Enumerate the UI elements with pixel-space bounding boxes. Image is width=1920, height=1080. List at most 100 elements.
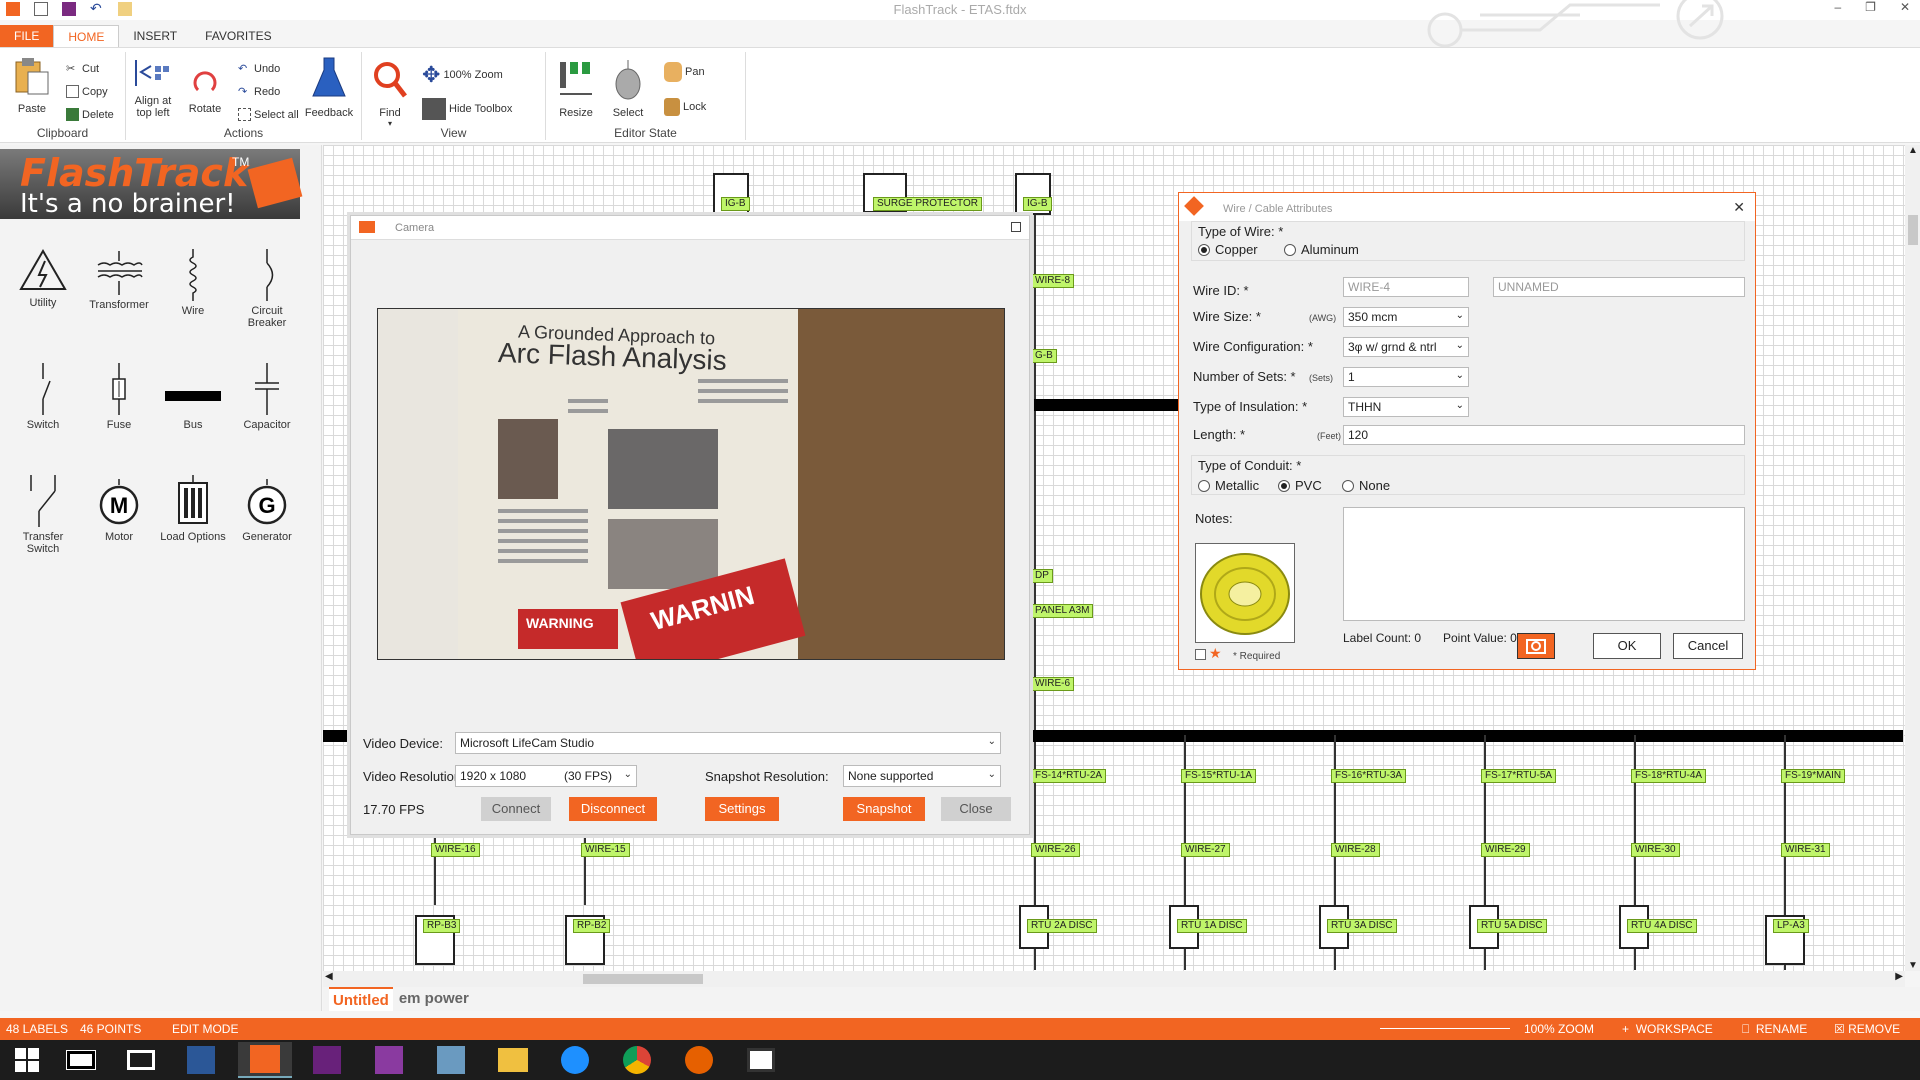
internet-explorer-app[interactable] — [548, 1042, 602, 1078]
wire-config-select[interactable]: 3φ w/ grnd & ntrl ⌄ — [1343, 337, 1469, 357]
firefox-app[interactable] — [672, 1042, 726, 1078]
delete-button[interactable]: Delete — [66, 108, 114, 121]
visual-studio-app[interactable] — [300, 1042, 354, 1078]
label-wire-29[interactable]: WIRE-29 — [1481, 843, 1530, 857]
label-panel-a3m[interactable]: PANEL A3M — [1031, 604, 1094, 618]
camera-capture-button[interactable] — [1517, 633, 1555, 659]
select-button[interactable]: Select — [606, 58, 650, 119]
tool-motor[interactable]: M Motor — [84, 479, 154, 543]
camera-close-button[interactable]: Close — [941, 797, 1011, 821]
start-button[interactable] — [0, 1042, 54, 1078]
label-rp-b2[interactable]: RP-B2 — [573, 919, 611, 933]
tab-insert[interactable]: INSERT — [119, 25, 191, 47]
select-all-button[interactable]: Select all — [238, 108, 299, 121]
label-ig-b-1[interactable]: IG-B — [721, 197, 750, 211]
label-rtu-2a-disc[interactable]: RTU 2A DISC — [1027, 919, 1097, 933]
label-rtu-5a-disc[interactable]: RTU 5A DISC — [1477, 919, 1547, 933]
label-fs-16[interactable]: FS-16*RTU-3A — [1331, 769, 1407, 783]
lock-button[interactable]: Lock — [664, 98, 706, 116]
rename-button[interactable]: ⎕ RENAME — [1742, 1022, 1807, 1037]
label-wire-28[interactable]: WIRE-28 — [1331, 843, 1380, 857]
pvc-radio[interactable]: PVC — [1278, 478, 1322, 493]
wire-name-field[interactable]: UNNAMED — [1493, 277, 1745, 297]
tool-switch[interactable]: Switch — [8, 363, 78, 431]
tool-utility[interactable]: Utility — [8, 249, 78, 309]
label-wire-8[interactable]: WIRE-8 — [1031, 274, 1074, 288]
sets-select[interactable]: 1 ⌄ — [1343, 367, 1469, 387]
chrome-app[interactable] — [610, 1042, 664, 1078]
workspace-button[interactable]: + WORKSPACE — [1622, 1022, 1713, 1036]
tool-wire[interactable]: Wire — [158, 249, 228, 317]
restore-button[interactable]: ❐ — [1865, 0, 1876, 14]
tab-favorites[interactable]: FAVORITES — [191, 25, 285, 47]
keyboard-app[interactable] — [54, 1042, 108, 1078]
scroll-left-icon[interactable]: ◀ — [325, 971, 333, 982]
length-field[interactable]: 120 — [1343, 425, 1745, 445]
tool-capacitor[interactable]: Capacitor — [232, 363, 302, 431]
scroll-down-icon[interactable]: ▼ — [1908, 960, 1918, 971]
insulation-select[interactable]: THHN ⌄ — [1343, 397, 1469, 417]
align-top-left-button[interactable]: Align at top left — [130, 58, 176, 119]
tool-transfer-switch[interactable]: Transfer Switch — [8, 475, 78, 555]
snapshot-button[interactable]: Snapshot — [843, 797, 925, 821]
label-wire-15[interactable]: WIRE-15 — [581, 843, 630, 857]
tool-circuit-breaker[interactable]: Circuit Breaker — [232, 249, 302, 329]
close-icon[interactable]: ✕ — [1733, 199, 1745, 216]
vertical-scrollbar[interactable]: ▲ ▼ — [1905, 145, 1920, 971]
scroll-right-icon[interactable]: ▶ — [1895, 971, 1903, 982]
label-rp-b3[interactable]: RP-B3 — [423, 919, 461, 933]
disconnect-button[interactable]: Disconnect — [569, 797, 657, 821]
cancel-button[interactable]: Cancel — [1673, 633, 1743, 659]
video-resolution-select[interactable]: 1920 x 1080 (30 FPS) ⌄ — [455, 765, 637, 787]
aluminum-radio[interactable]: Aluminum — [1284, 242, 1359, 257]
wire-id-field[interactable]: WIRE-4 — [1343, 277, 1469, 297]
label-rtu-3a-disc[interactable]: RTU 3A DISC — [1327, 919, 1397, 933]
label-fs-15[interactable]: FS-15*RTU-1A — [1181, 769, 1257, 783]
close-window-button[interactable]: ✕ — [1900, 0, 1910, 14]
maximize-icon[interactable] — [1011, 222, 1021, 232]
label-fs-17[interactable]: FS-17*RTU-5A — [1481, 769, 1557, 783]
tool-fuse[interactable]: Fuse — [84, 363, 154, 431]
doc-tab-untitled[interactable]: Untitled — [329, 987, 393, 1011]
resize-button[interactable]: Resize — [554, 60, 598, 119]
word-app[interactable] — [174, 1042, 228, 1078]
media-app[interactable] — [734, 1042, 788, 1078]
zoom-100-button[interactable]: ✥ 100% Zoom — [422, 62, 503, 88]
zoom-slider[interactable] — [1380, 1028, 1510, 1029]
horizontal-scroll-thumb[interactable] — [583, 974, 703, 984]
label-lp-a3[interactable]: LP-A3 — [1773, 919, 1809, 933]
wire-size-select[interactable]: 350 mcm ⌄ — [1343, 307, 1469, 327]
copper-radio[interactable]: Copper — [1198, 242, 1258, 257]
tool-generator[interactable]: G Generator — [232, 479, 302, 543]
feedback-button[interactable]: Feedback — [302, 56, 356, 119]
redo-button[interactable]: ↷ Redo — [238, 85, 280, 99]
bus-bar-upper[interactable] — [1034, 399, 1184, 411]
label-dp[interactable]: DP — [1031, 569, 1053, 583]
video-device-select[interactable]: Microsoft LifeCam Studio ⌄ — [455, 732, 1001, 754]
visual-studio-app-2[interactable] — [362, 1042, 416, 1078]
minimize-button[interactable]: – — [1834, 0, 1841, 14]
label-fs-19[interactable]: FS-19*MAIN — [1781, 769, 1846, 783]
copy-button[interactable]: Copy — [66, 85, 108, 98]
label-wire-6[interactable]: WIRE-6 — [1031, 677, 1074, 691]
flashtrack-app[interactable] — [238, 1042, 292, 1078]
metallic-radio[interactable]: Metallic — [1198, 478, 1259, 493]
favorite-checkbox[interactable] — [1195, 649, 1206, 660]
file-explorer-app[interactable] — [486, 1042, 540, 1078]
tool-bus[interactable]: Bus — [158, 385, 228, 431]
none-radio[interactable]: None — [1342, 478, 1390, 493]
editor-app[interactable] — [424, 1042, 478, 1078]
label-wire-30[interactable]: WIRE-30 — [1631, 843, 1680, 857]
rotate-button[interactable]: Rotate — [180, 66, 230, 115]
tool-transformer[interactable]: Transformer — [84, 251, 154, 311]
paste-button[interactable]: Paste — [8, 56, 56, 115]
label-fs-14[interactable]: FS-14*RTU-2A — [1031, 769, 1107, 783]
label-fs-18[interactable]: FS-18*RTU-4A — [1631, 769, 1707, 783]
label-wire-31[interactable]: WIRE-31 — [1781, 843, 1830, 857]
undo-button[interactable]: ↶ Undo — [238, 62, 280, 76]
desktop-app[interactable] — [114, 1042, 168, 1078]
label-ig-b-2[interactable]: IG-B — [1023, 197, 1052, 211]
label-rtu-1a-disc[interactable]: RTU 1A DISC — [1177, 919, 1247, 933]
cut-button[interactable]: ✂ Cut — [66, 62, 99, 76]
label-g-b[interactable]: G-B — [1031, 349, 1057, 363]
